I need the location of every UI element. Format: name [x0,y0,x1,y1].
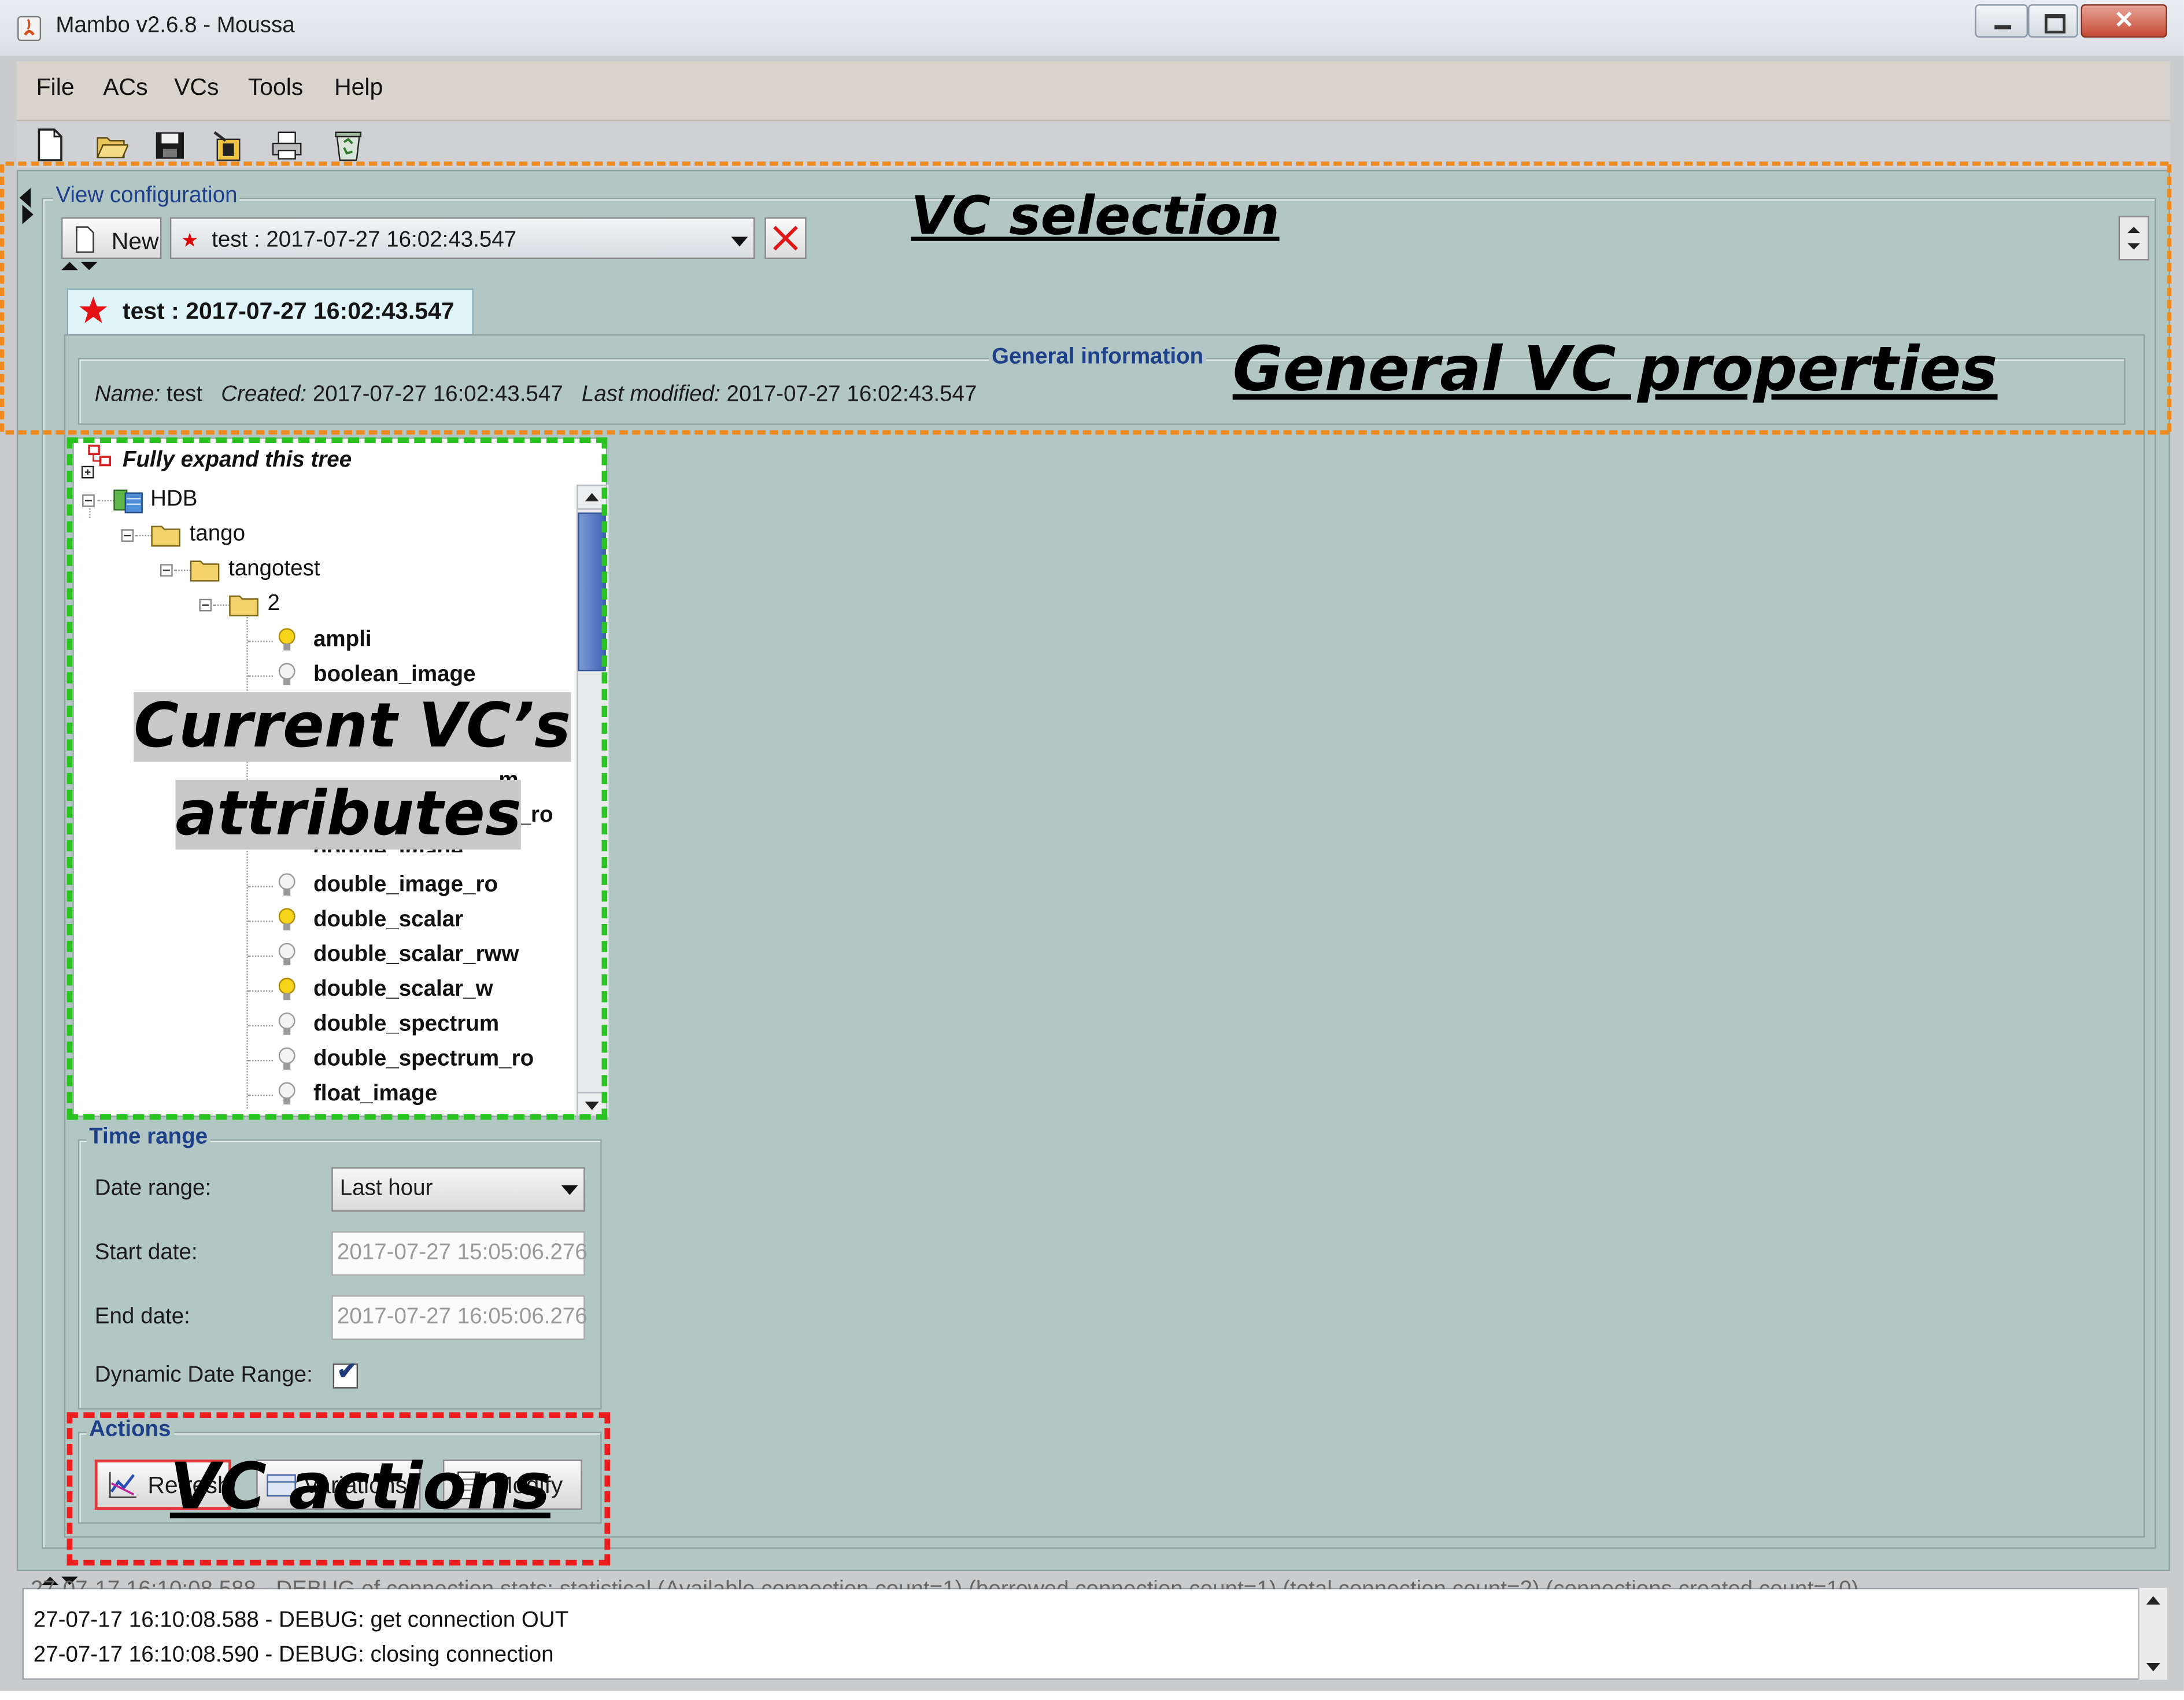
end-date-label: End date: [94,1304,190,1329]
splitter-arrows-icon[interactable] [58,259,100,273]
general-information-title: General information [989,345,1207,371]
attributes-annotation-line1: Current VC’s [134,690,571,762]
name-value: test [167,383,203,407]
menu-help[interactable]: Help [334,74,383,102]
start-date-value: 2017-07-27 15:05:06.276 [337,1241,587,1265]
new-document-icon[interactable] [34,127,67,163]
menu-file[interactable]: File [36,74,75,102]
date-range-label: Date range: [94,1177,212,1201]
recycle-bin-icon[interactable] [331,127,365,163]
vc-actions-annotation: VC actions [169,1448,550,1524]
start-date-label: Start date: [94,1241,198,1265]
log-scrollbar[interactable] [2138,1587,2167,1680]
expand-right-arrow[interactable] [22,205,34,224]
modified-value: 2017-07-27 16:02:43.547 [726,383,977,407]
menu-vcs[interactable]: VCs [174,74,219,102]
log-line-partial: 27-07-17 16:10:08.588 - DEBUG of connect… [31,1578,2134,1589]
time-range-title: Time range [86,1125,210,1151]
window-title: Mambo v2.6.8 - Moussa [56,14,295,38]
menu-tools[interactable]: Tools [248,74,304,102]
vc-scroll-spinner[interactable] [2118,216,2149,261]
created-label: Created: [221,383,307,407]
orange-outline-left [0,164,5,432]
log-line: 27-07-17 16:10:08.590 - DEBUG: closing c… [33,1643,554,1668]
attributes-annotation-line2: attributes [175,778,522,850]
dynamic-date-range-label: Dynamic Date Range: [94,1363,313,1388]
archive-icon[interactable] [212,127,245,163]
created-value: 2017-07-27 16:02:43.547 [312,383,563,407]
chevron-down-icon[interactable] [561,1185,578,1195]
general-properties-outline [5,430,2169,435]
red-x-icon [773,226,798,251]
modified-star-icon: ★ [181,228,199,251]
new-vc-label: New [111,228,159,255]
date-range-value: Last hour [339,1177,433,1201]
name-label: Name: [94,383,161,407]
end-date-value: 2017-07-27 16:05:06.276 [337,1304,587,1329]
chevron-down-icon[interactable] [731,236,748,247]
tab-current-vc-label: test : 2017-07-27 16:02:43.547 [122,298,454,325]
save-disk-icon[interactable] [153,127,187,163]
minimize-button[interactable] [1975,4,2028,38]
menu-acs[interactable]: ACs [103,74,147,102]
open-folder-icon[interactable] [95,127,128,163]
close-button[interactable]: ✕ [2080,4,2167,38]
red-star-icon [79,297,108,323]
log-line: 27-07-17 16:10:08.588 - DEBUG: get conne… [33,1609,569,1632]
java-app-icon [17,16,42,42]
vc-selection-outline [5,161,2169,166]
new-document-icon [76,226,94,253]
general-information-line: Name: test Created: 2017-07-27 16:02:43.… [95,383,977,408]
title-bar [0,0,2184,56]
general-properties-annotation: General VC properties [1232,334,1998,405]
view-configuration-title: View configuration [53,183,241,209]
print-icon[interactable] [270,127,304,163]
maximize-button[interactable] [2028,4,2078,38]
vc-selection-annotation: VC selection [911,185,1280,247]
close-icon: ✕ [2114,7,2134,34]
check-icon: ✔ [337,1358,357,1385]
orange-outline-right [2167,164,2172,432]
selected-vc-text: test : 2017-07-27 16:02:43.547 [212,228,517,252]
modified-label: Last modified: [581,383,720,407]
